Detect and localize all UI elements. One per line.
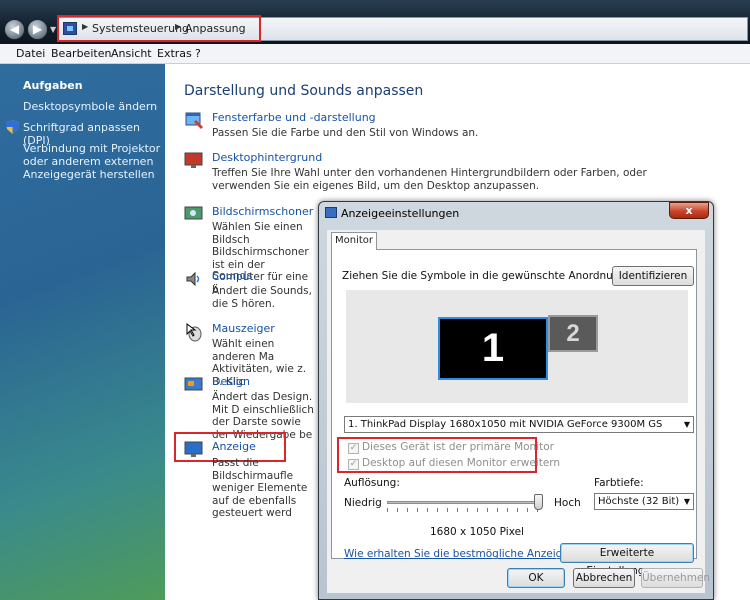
dialog-body: Monitor Ziehen Sie die Symbole in die ge… [327,230,710,593]
arrangement-instruction: Ziehen Sie die Symbole in die gewünschte… [342,270,630,282]
monitor-1[interactable]: 1 [438,317,548,380]
item-mouse-pointer-link[interactable]: Mauszeiger [212,322,275,335]
extend-desktop-checkbox[interactable]: ✓ [348,459,359,470]
arrow-left-icon: ◀ [9,22,20,36]
sounds-icon [186,271,200,287]
menu-bar: Datei Bearbeiten Ansicht Extras ? [0,44,750,64]
item-desktop-background-desc: Treffen Sie Ihre Wahl unter den vorhande… [212,167,647,192]
back-button[interactable]: ◀ [4,19,25,40]
resolution-high-label: Hoch [554,497,581,509]
menu-help[interactable]: ? [195,47,201,60]
window-color-icon [185,112,203,129]
resolution-low-label: Niedrig [344,497,382,509]
resolution-slider-thumb[interactable] [534,494,543,510]
monitor-icon [325,207,337,218]
item-display-desc: Passt die Bildschirmaufle weniger Elemen… [212,457,308,519]
resolution-slider-track[interactable] [387,501,542,504]
breadcrumb[interactable]: ▶ Systemsteuerung ▶ Anpassung [57,15,748,42]
close-button[interactable]: x [669,202,709,219]
primary-monitor-label: Dieses Gerät ist der primäre Monitor [362,441,554,453]
design-icon [184,377,203,391]
display-select-value: 1. ThinkPad Display 1680x1050 mit NVIDIA… [348,419,663,430]
link-projector[interactable]: Verbindung mit Projektor oder anderem ex… [23,142,163,181]
item-window-color-desc: Passen Sie die Farbe und den Stil von Wi… [212,127,479,139]
dialog-title: Anzeigeeinstellungen [341,207,460,220]
item-sounds-link[interactable]: Sounds [212,269,252,282]
menu-ansicht[interactable]: Ansicht [111,47,152,60]
desktop-background-icon [184,152,203,168]
address-bar: ◀ ▶ ▼ ▶ Systemsteuerung ▶ Anpassung [0,0,750,44]
arrow-right-icon: ▶ [32,22,43,36]
forward-button[interactable]: ▶ [27,19,48,40]
chevron-down-icon: ▼ [683,497,690,506]
page-title: Darstellung und Sounds anpassen [184,83,424,99]
breadcrumb-item-anpassung[interactable]: Anpassung [185,22,246,35]
display-settings-dialog: Anzeigeeinstellungen x Monitor Ziehen Si… [318,201,714,600]
resolution-label: Auflösung: [344,477,400,489]
menu-bearbeiten[interactable]: Bearbeiten [51,47,111,60]
chevron-right-icon: ▶ [82,22,89,31]
display-icon [184,441,203,457]
screensaver-icon [184,206,203,220]
primary-monitor-checkbox[interactable]: ✓ [348,443,359,454]
color-depth-value: Höchste (32 Bit) [598,496,680,507]
item-screensaver-link[interactable]: Bildschirmschoner [212,205,313,218]
item-design-link[interactable]: Design [212,375,250,388]
shield-icon [6,120,19,134]
menu-datei[interactable]: Datei [16,47,45,60]
tab-monitor[interactable]: Monitor [331,232,377,250]
item-sounds-desc: Ändert die Sounds, die S hören. [212,285,312,310]
chevron-right-icon: ▶ [175,22,182,31]
apply-button[interactable]: Übernehmen [641,568,710,588]
ok-button[interactable]: OK [507,568,565,588]
tab-panel: Ziehen Sie die Symbole in die gewünschte… [331,249,697,577]
item-desktop-background-link[interactable]: Desktophintergrund [212,151,322,164]
identify-button[interactable]: Identifizieren [612,266,694,286]
resolution-slider-ticks [387,508,542,512]
color-depth-label: Farbtiefe: [594,477,644,489]
display-select[interactable]: 1. ThinkPad Display 1680x1050 mit NVIDIA… [344,416,694,433]
link-desktop-icons[interactable]: Desktopsymbole ändern [23,100,157,113]
extend-desktop-label: Desktop auf diesen Monitor erweitern [362,457,561,469]
task-pane: Aufgaben Desktopsymbole ändern Schriftgr… [0,64,165,600]
task-pane-title: Aufgaben [23,79,83,92]
menu-extras[interactable]: Extras [157,47,192,60]
resolution-value: 1680 x 1050 Pixel [430,526,524,538]
help-link[interactable]: Wie erhalten Sie die bestmögliche Anzeig… [344,548,574,560]
monitor-arrangement-area[interactable]: 1 2 [346,290,688,403]
chevron-down-icon: ▼ [683,420,690,429]
cancel-button[interactable]: Abbrechen [573,568,635,588]
advanced-settings-button[interactable]: Erweiterte Einstellungen... [560,543,694,577]
control-panel-icon [63,22,77,35]
mouse-pointer-icon [186,323,202,342]
item-display-link[interactable]: Anzeige [212,440,256,453]
color-depth-select[interactable]: Höchste (32 Bit) ▼ [594,493,694,510]
monitor-2[interactable]: 2 [548,315,598,352]
history-dropdown-icon[interactable]: ▼ [50,25,56,34]
item-window-color-link[interactable]: Fensterfarbe und -darstellung [212,111,376,124]
